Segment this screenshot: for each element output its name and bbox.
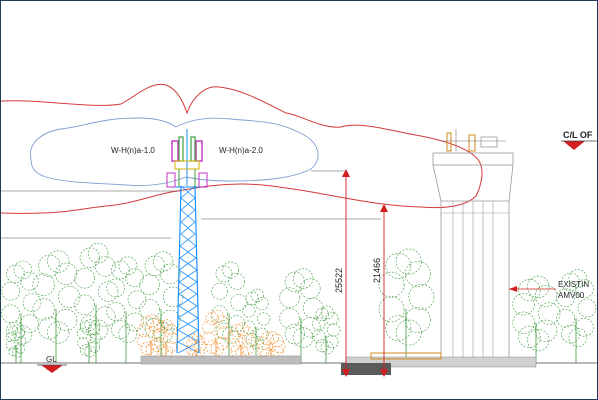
tree-green [77, 319, 102, 363]
tree-orange [202, 309, 231, 363]
tree-green [1, 260, 42, 363]
height-dimension-antenna: 25522 [334, 268, 344, 293]
tree-green [74, 242, 119, 363]
existing-structure [432, 129, 514, 363]
tree-green [211, 261, 248, 363]
tree-green [242, 288, 271, 363]
tree-green [6, 324, 27, 363]
drawing-canvas: W-H(n)a-1.0 W-H(n)a-2.0 GL C/L OF 25522 … [1, 83, 597, 377]
centerline-label: C/L OF [563, 130, 593, 140]
height-dimension-mast: 21466 [372, 258, 382, 283]
coverage-label-left: W-H(n)a-1.0 [111, 146, 155, 155]
elevation-drawing: W-H(n)a-1.0 W-H(n)a-2.0 GL C/L OF 25522 … [0, 0, 598, 400]
triangle-down-icon [563, 141, 585, 150]
tree-green [312, 305, 341, 363]
ground-level-label: GL [46, 355, 57, 364]
existing-structure-label-1: EXISTIN [558, 280, 589, 289]
coverage-contour-inner [30, 117, 319, 186]
tree-green [378, 248, 435, 363]
ground [1, 352, 597, 375]
triangle-down-icon [41, 365, 63, 373]
tree-group-orange [137, 309, 286, 363]
tree-group-green [1, 242, 597, 363]
existing-structure-label-2: AMV00 [558, 291, 585, 300]
coverage-label-right: W-H(n)a-2.0 [219, 146, 263, 155]
